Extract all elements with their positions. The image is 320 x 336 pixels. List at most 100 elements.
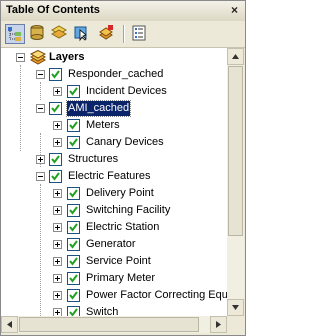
collapse-icon[interactable] <box>36 70 45 79</box>
tree-item-label: Responder_cached <box>68 68 164 80</box>
list-by-selection-icon <box>74 26 87 42</box>
tree-item-label: Incident Devices <box>86 85 167 97</box>
tree-item-label: Generator <box>86 238 136 250</box>
tree-item-label: Switching Facility <box>86 204 171 216</box>
list-by-drawing-order-button[interactable] <box>5 24 25 44</box>
tree-item[interactable]: Electric Features <box>1 168 227 185</box>
layer-checkbox[interactable] <box>67 289 80 302</box>
tree-item[interactable]: Responder_cached <box>1 66 227 83</box>
expand-icon[interactable] <box>53 291 62 300</box>
arrow-left-icon <box>7 321 12 328</box>
tree-item[interactable]: AMI_cached <box>1 100 227 117</box>
vertical-scroll-thumb[interactable] <box>228 66 243 236</box>
expand-icon[interactable] <box>53 308 62 316</box>
checkmark-icon <box>69 223 78 232</box>
scroll-left-button[interactable] <box>1 316 18 333</box>
layer-checkbox[interactable] <box>49 102 62 115</box>
layer-checkbox[interactable] <box>67 255 80 268</box>
layer-checkbox[interactable] <box>67 119 80 132</box>
layer-checkbox[interactable] <box>67 221 80 234</box>
checkmark-icon <box>69 257 78 266</box>
add-data-button[interactable] <box>97 24 117 44</box>
options-button[interactable] <box>130 24 150 44</box>
tree-item-label: Switch <box>86 306 119 316</box>
tree-root-layers[interactable]: Layers <box>1 49 227 66</box>
tree-item[interactable]: Generator <box>1 236 227 253</box>
tree-item[interactable]: Service Point <box>1 253 227 270</box>
close-button[interactable]: × <box>228 4 241 17</box>
tree-item-label: Electric Features <box>68 170 151 182</box>
tree-root-label: Layers <box>49 51 85 63</box>
tree-item[interactable]: Meters <box>1 117 227 134</box>
tree-item[interactable]: Structures <box>1 151 227 168</box>
list-by-selection-button[interactable] <box>72 24 92 44</box>
tree-item-label: Delivery Point <box>86 187 154 199</box>
checkmark-icon <box>69 240 78 249</box>
checkmark-icon <box>51 155 60 164</box>
expand-icon[interactable] <box>53 240 62 249</box>
layer-tree[interactable]: Layers Responder_cached Incident Devices… <box>1 48 227 316</box>
checkmark-icon <box>51 172 60 181</box>
checkmark-icon <box>51 104 60 113</box>
checkmark-icon <box>69 274 78 283</box>
checkmark-icon <box>69 291 78 300</box>
scroll-right-button[interactable] <box>210 316 227 333</box>
expand-icon[interactable] <box>53 257 62 266</box>
layer-checkbox[interactable] <box>67 85 80 98</box>
tree-item[interactable]: Canary Devices <box>1 134 227 151</box>
collapse-icon[interactable] <box>36 104 45 113</box>
tree-item[interactable]: Delivery Point <box>1 185 227 202</box>
tree-item[interactable]: Electric Station <box>1 219 227 236</box>
layer-checkbox[interactable] <box>67 238 80 251</box>
list-by-visibility-button[interactable] <box>50 24 70 44</box>
checkmark-icon <box>69 121 78 130</box>
layer-checkbox[interactable] <box>67 136 80 149</box>
checkmark-icon <box>69 206 78 215</box>
expand-icon[interactable] <box>53 223 62 232</box>
layer-checkbox[interactable] <box>49 153 62 166</box>
vertical-scrollbar[interactable] <box>227 48 244 316</box>
tree-item[interactable]: Switching Facility <box>1 202 227 219</box>
expand-icon[interactable] <box>53 138 62 147</box>
window-title: Table Of Contents <box>6 4 100 16</box>
checkmark-icon <box>69 308 78 316</box>
expand-icon[interactable] <box>36 155 45 164</box>
tree-item-label: Meters <box>86 119 120 131</box>
expand-icon[interactable] <box>53 206 62 215</box>
list-by-visibility-icon <box>50 25 68 39</box>
tree-item-label-selected: AMI_cached <box>65 100 132 117</box>
scroll-up-button[interactable] <box>227 48 244 65</box>
checkmark-icon <box>69 189 78 198</box>
layer-checkbox[interactable] <box>67 306 80 316</box>
tree-item[interactable]: Primary Meter <box>1 270 227 287</box>
add-data-icon <box>99 25 113 40</box>
expand-icon[interactable] <box>53 274 62 283</box>
expand-icon[interactable] <box>53 121 62 130</box>
collapse-icon[interactable] <box>16 53 25 62</box>
layer-checkbox[interactable] <box>67 272 80 285</box>
expand-icon[interactable] <box>53 87 62 96</box>
layer-checkbox[interactable] <box>67 204 80 217</box>
checkmark-icon <box>69 87 78 96</box>
tree-item[interactable]: Switch <box>1 304 227 316</box>
title-bar[interactable]: Table Of Contents × <box>1 1 245 22</box>
tree-item[interactable]: Power Factor Correcting Equ <box>1 287 227 304</box>
tree-item[interactable]: Incident Devices <box>1 83 227 100</box>
list-by-drawing-order-icon <box>8 27 21 41</box>
layer-checkbox[interactable] <box>49 68 62 81</box>
tree-item-label: Electric Station <box>86 221 160 233</box>
list-by-source-button[interactable] <box>28 24 48 44</box>
horizontal-scrollbar[interactable] <box>1 316 227 333</box>
checkmark-icon <box>51 70 60 79</box>
layer-checkbox[interactable] <box>67 187 80 200</box>
scroll-down-button[interactable] <box>227 299 244 316</box>
collapse-icon[interactable] <box>36 172 45 181</box>
list-by-source-icon <box>30 25 44 40</box>
tree-item-label: Service Point <box>86 255 151 267</box>
tree-item-label: Canary Devices <box>86 136 164 148</box>
toolbar-separator <box>123 25 125 43</box>
horizontal-scroll-thumb[interactable] <box>19 317 199 332</box>
layer-checkbox[interactable] <box>49 170 62 183</box>
toolbar <box>1 21 245 48</box>
expand-icon[interactable] <box>53 189 62 198</box>
